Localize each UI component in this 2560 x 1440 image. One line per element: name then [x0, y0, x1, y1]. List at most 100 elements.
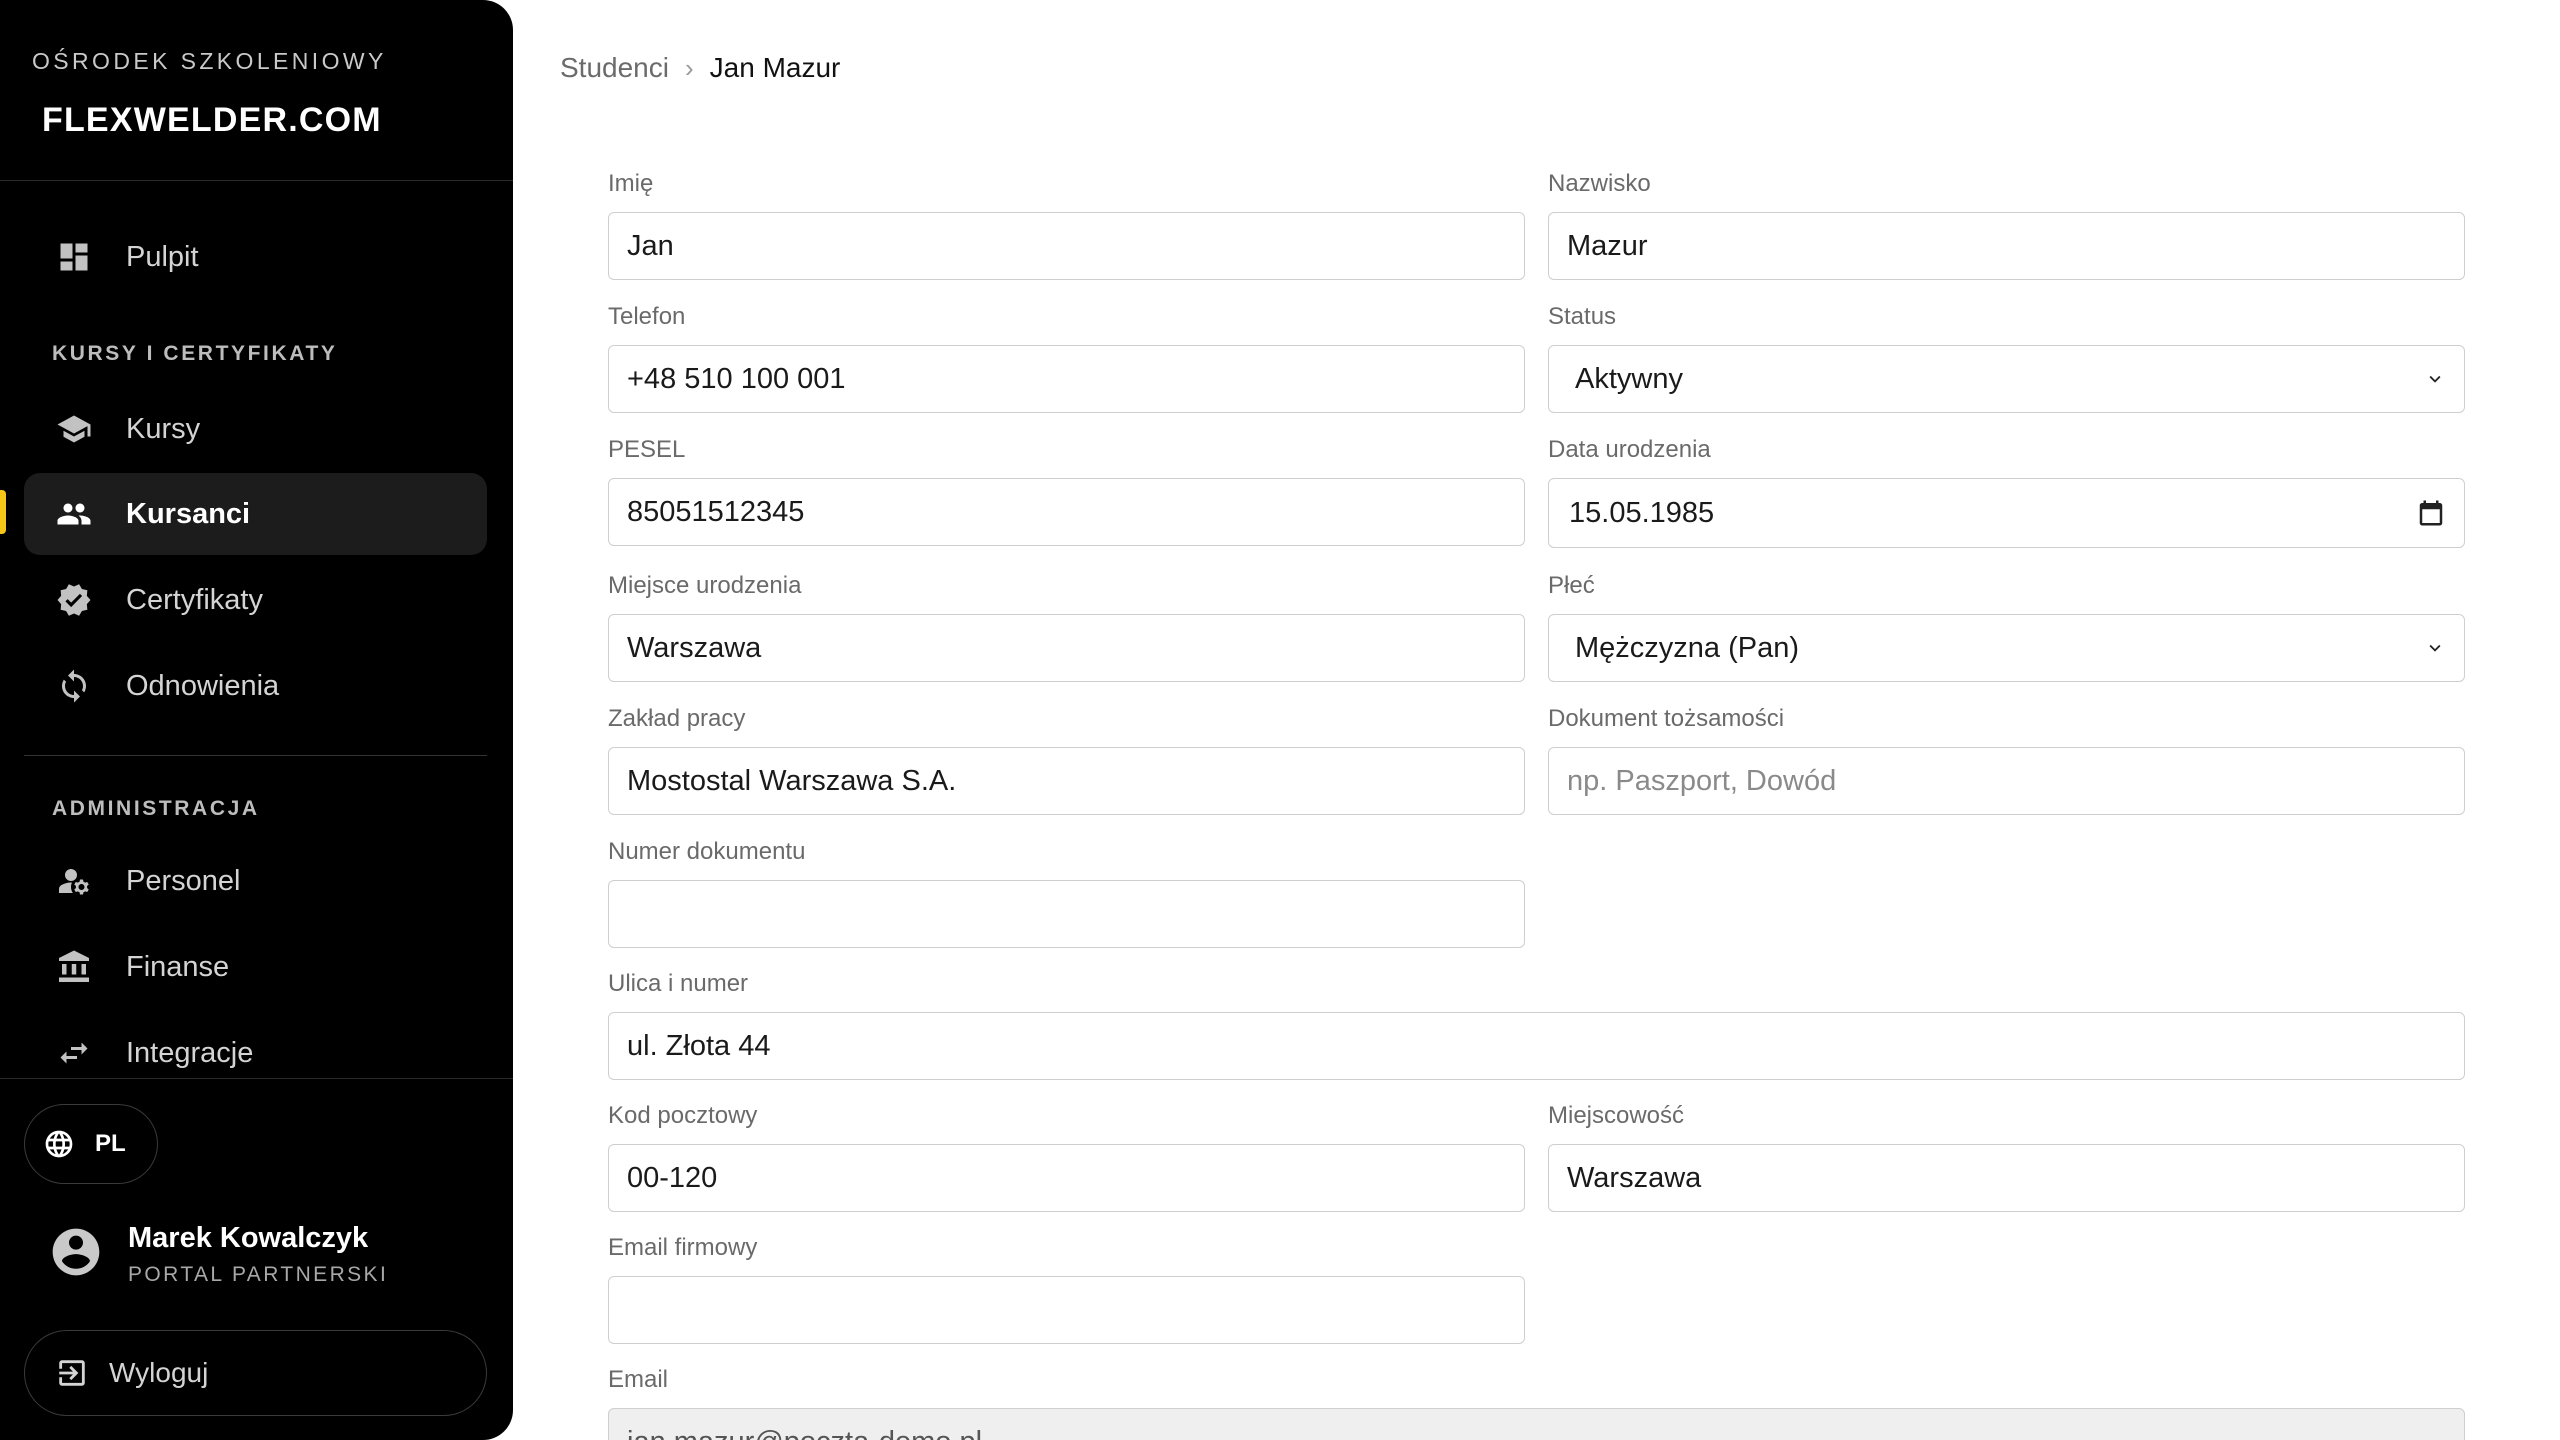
breadcrumb: Studenci › Jan Mazur [560, 52, 840, 84]
avatar-icon [48, 1224, 104, 1285]
sidebar-section-courses: KURSY I CERTYFIKATY [52, 342, 338, 365]
swap-arrows-icon [54, 1033, 94, 1073]
sidebar-item-label: Integracje [126, 1036, 254, 1069]
email-readonly-field: jan.mazur@poczta-demo.pl [608, 1408, 2465, 1440]
logout-button[interactable]: Wyloguj [24, 1330, 487, 1416]
user-role: PORTAL PARTNERSKI [128, 1263, 389, 1286]
pesel-input[interactable] [608, 478, 1525, 546]
id-document-input[interactable] [1548, 747, 2465, 815]
last-name-input[interactable] [1548, 212, 2465, 280]
sidebar-section-admin: ADMINISTRACJA [52, 797, 260, 820]
status-select-value: Aktywny [1575, 362, 1683, 395]
field-status: Status Aktywny [1548, 301, 2465, 413]
birth-place-input[interactable] [608, 614, 1525, 682]
field-employer: Zakład pracy [608, 703, 1525, 815]
field-label: Płeć [1548, 572, 1595, 599]
company-email-input[interactable] [608, 1276, 1525, 1344]
chevron-down-icon [2429, 644, 2441, 652]
sidebar-item-staff[interactable]: Personel [24, 840, 487, 922]
field-gender: Płeć Mężczyzna (Pan) [1548, 570, 2465, 682]
breadcrumb-separator: › [684, 52, 694, 83]
phone-input[interactable] [608, 345, 1525, 413]
brand-logo[interactable]: FLEXWELDER.COM [42, 101, 387, 140]
birth-date-value: 15.05.1985 [1569, 496, 1715, 529]
sidebar-item-dashboard[interactable]: Pulpit [24, 216, 487, 298]
field-last-name: Nazwisko [1548, 168, 2465, 280]
field-postal-code: Kod pocztowy [608, 1100, 1525, 1212]
postal-code-input[interactable] [608, 1144, 1525, 1212]
gender-select-value: Mężczyzna (Pan) [1575, 631, 1800, 664]
breadcrumb-current: Jan Mazur [709, 52, 841, 83]
field-label: Ulica i numer [608, 970, 749, 997]
city-input[interactable] [1548, 1144, 2465, 1212]
field-pesel: PESEL [608, 434, 1525, 546]
sidebar-divider [0, 1078, 513, 1079]
field-label: Email [608, 1366, 669, 1393]
chevron-down-icon [2429, 375, 2441, 383]
field-first-name: Imię [608, 168, 1525, 280]
field-city: Miejscowość [1548, 1100, 2465, 1212]
graduation-cap-icon [54, 409, 94, 449]
field-phone: Telefon [608, 301, 1525, 413]
active-indicator [0, 490, 6, 534]
user-settings-icon [54, 861, 94, 901]
sidebar: OŚRODEK SZKOLENIOWY FLEXWELDER.COM Pulpi… [0, 0, 513, 1440]
field-email: Email jan.mazur@poczta-demo.pl [608, 1364, 2465, 1440]
language-switcher[interactable]: PL [24, 1104, 158, 1184]
field-label: Kod pocztowy [608, 1102, 758, 1129]
app-root: OŚRODEK SZKOLENIOWY FLEXWELDER.COM Pulpi… [0, 0, 2560, 1440]
field-label: Numer dokumentu [608, 838, 806, 865]
sidebar-item-students[interactable]: Kursanci [24, 473, 487, 555]
breadcrumb-parent-link[interactable]: Studenci [560, 52, 669, 84]
field-label: Miejscowość [1548, 1102, 1685, 1129]
field-company-email: Email firmowy [608, 1232, 1525, 1344]
refresh-icon [54, 666, 94, 706]
birth-date-input[interactable]: 15.05.1985 [1548, 478, 2465, 548]
field-id-document: Dokument tożsamości [1548, 703, 2465, 815]
sidebar-item-label: Certyfikaty [126, 583, 263, 616]
field-label: Nazwisko [1548, 170, 1651, 197]
field-document-number: Numer dokumentu [608, 836, 1525, 948]
field-label: Miejsce urodzenia [608, 572, 802, 599]
sidebar-divider [24, 755, 487, 756]
field-label: Status [1548, 303, 1617, 330]
field-label: Email firmowy [608, 1234, 758, 1261]
sidebar-item-integrations[interactable]: Integracje [24, 1012, 487, 1094]
sidebar-item-finance[interactable]: Finanse [24, 926, 487, 1008]
calendar-icon[interactable] [2416, 498, 2446, 528]
employer-input[interactable] [608, 747, 1525, 815]
field-birth-place: Miejsce urodzenia [608, 570, 1525, 682]
field-street: Ulica i numer [608, 968, 2465, 1080]
people-icon [54, 494, 94, 534]
field-label: PESEL [608, 436, 686, 463]
bank-icon [54, 947, 94, 987]
status-select[interactable]: Aktywny [1548, 345, 2465, 413]
logout-label: Wyloguj [109, 1357, 209, 1388]
verified-badge-icon [54, 580, 94, 620]
brand: OŚRODEK SZKOLENIOWY FLEXWELDER.COM [32, 48, 387, 140]
sidebar-item-courses[interactable]: Kursy [24, 388, 487, 470]
document-number-input[interactable] [608, 880, 1525, 948]
field-label: Data urodzenia [1548, 436, 1711, 463]
first-name-input[interactable] [608, 212, 1525, 280]
dashboard-icon [54, 237, 94, 277]
sidebar-item-label: Odnowienia [126, 669, 280, 702]
sidebar-item-label: Kursanci [126, 497, 251, 530]
field-label: Telefon [608, 303, 686, 330]
logout-icon [59, 1360, 85, 1386]
sidebar-item-label: Finanse [126, 950, 230, 983]
gender-select[interactable]: Mężczyzna (Pan) [1548, 614, 2465, 682]
user-profile[interactable]: Marek Kowalczyk PORTAL PARTNERSKI [48, 1222, 388, 1287]
brand-subtitle: OŚRODEK SZKOLENIOWY [32, 48, 387, 74]
globe-icon [45, 1130, 73, 1158]
sidebar-item-label: Pulpit [126, 240, 199, 273]
sidebar-item-label: Kursy [126, 412, 201, 445]
field-label: Dokument tożsamości [1548, 705, 1785, 732]
language-code: PL [95, 1130, 126, 1157]
sidebar-divider [0, 180, 513, 181]
sidebar-item-certificates[interactable]: Certyfikaty [24, 559, 487, 641]
sidebar-item-label: Personel [126, 864, 241, 897]
street-input[interactable] [608, 1012, 2465, 1080]
field-birth-date: Data urodzenia 15.05.1985 [1548, 434, 2465, 548]
sidebar-item-renewals[interactable]: Odnowienia [24, 645, 487, 727]
